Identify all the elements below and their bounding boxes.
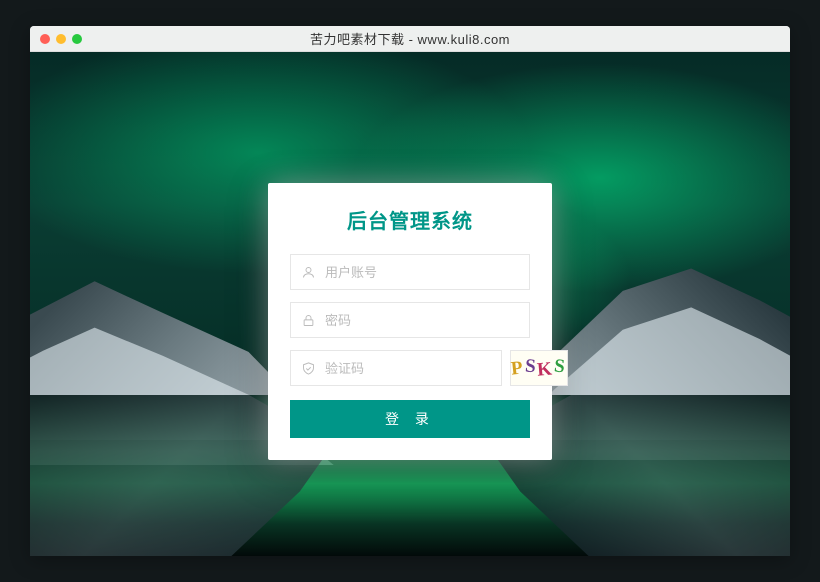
lock-icon [291, 313, 325, 328]
browser-title: 苦力吧素材下载 - www.kuli8.com [310, 29, 510, 48]
username-row [290, 254, 530, 290]
password-input[interactable] [325, 303, 529, 337]
captcha-image[interactable]: PSKS [510, 350, 568, 386]
captcha-input-wrap [290, 350, 502, 386]
page-viewport: 后台管理系统 [30, 52, 790, 556]
browser-window: 苦力吧素材下载 - www.kuli8.com 后台管理系统 [30, 26, 790, 556]
captcha-row: PSKS [290, 350, 530, 386]
username-input[interactable] [325, 255, 529, 289]
login-button[interactable]: 登 录 [290, 400, 530, 438]
close-window-icon[interactable] [40, 34, 50, 44]
captcha-input[interactable] [325, 351, 501, 385]
login-card: 后台管理系统 [268, 183, 552, 460]
login-title: 后台管理系统 [290, 205, 530, 234]
maximize-window-icon[interactable] [72, 34, 82, 44]
traffic-lights [40, 34, 82, 44]
user-icon [291, 265, 325, 280]
password-row [290, 302, 530, 338]
shield-check-icon [291, 361, 325, 376]
browser-titlebar: 苦力吧素材下载 - www.kuli8.com [30, 26, 790, 52]
minimize-window-icon[interactable] [56, 34, 66, 44]
